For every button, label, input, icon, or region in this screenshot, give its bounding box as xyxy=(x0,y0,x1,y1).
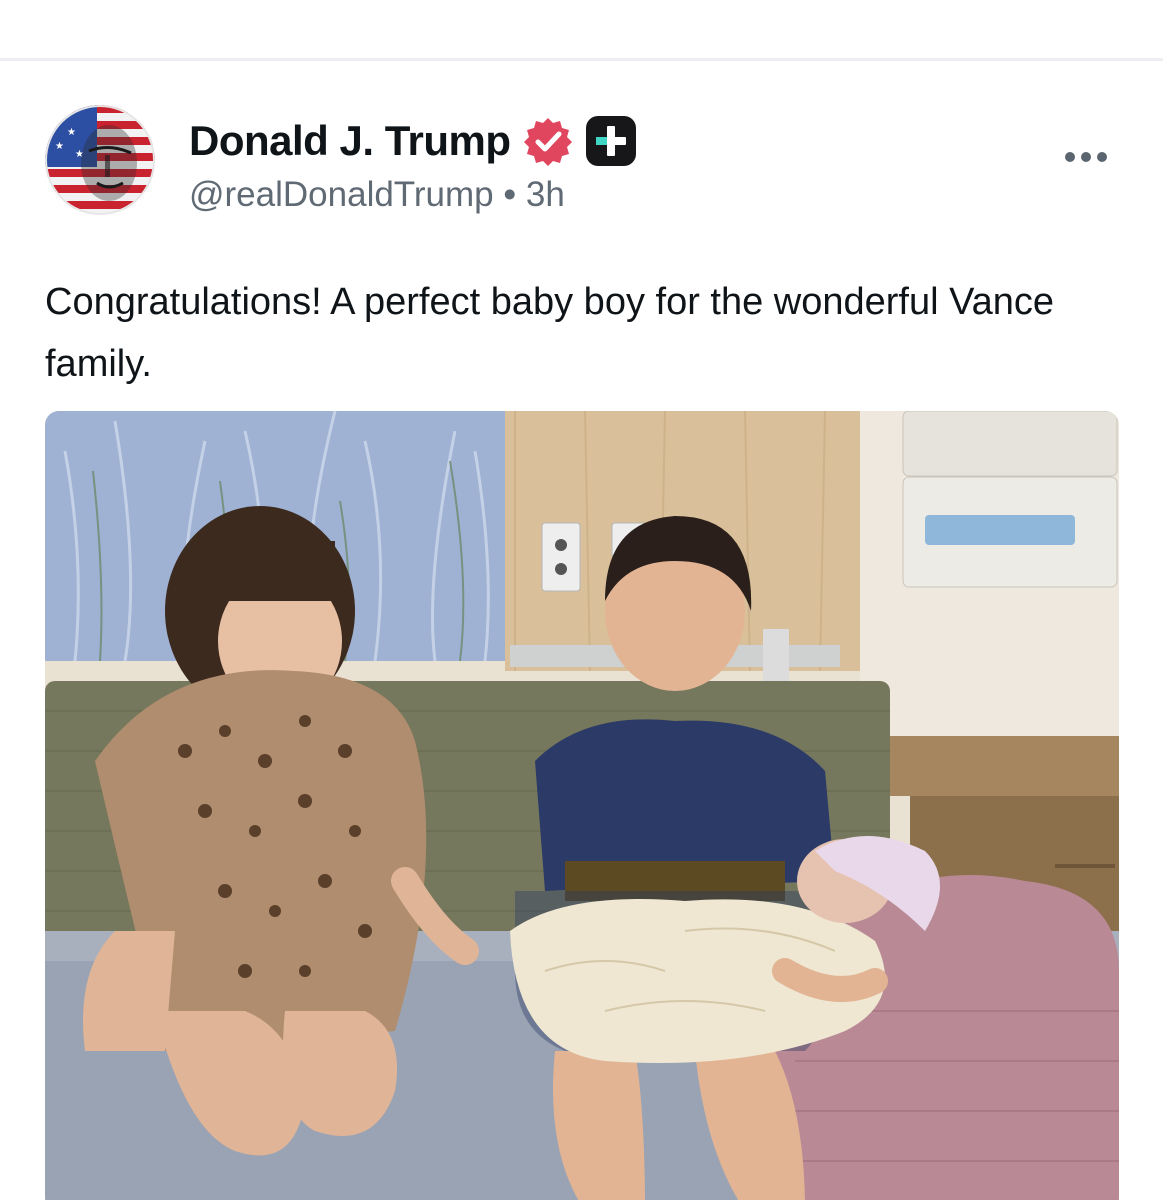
photo-illustration xyxy=(45,411,1119,1200)
post-card[interactable]: ★ ★ ★ ★ Donald J. Trump @realDonaldTrump… xyxy=(0,61,1163,1200)
post-body-text: Congratulations! A perfect baby boy for … xyxy=(45,281,1055,385)
post-meta: @realDonaldTrump • 3h xyxy=(189,171,565,219)
meta-separator: • xyxy=(503,175,516,214)
verified-badge-icon xyxy=(523,116,573,166)
flag-portrait-avatar-icon: ★ ★ ★ ★ xyxy=(45,105,155,215)
svg-text:★: ★ xyxy=(55,141,64,152)
author-name-row: Donald J. Trump xyxy=(189,113,637,169)
post-header: ★ ★ ★ ★ Donald J. Trump @realDonaldTrump… xyxy=(45,105,1120,217)
feed-page: ★ ★ ★ ★ Donald J. Trump @realDonaldTrump… xyxy=(0,0,1163,1200)
author-display-name[interactable]: Donald J. Trump xyxy=(189,113,511,169)
platform-plus-icon xyxy=(585,115,637,167)
post-timestamp[interactable]: 3h xyxy=(526,175,565,214)
avatar[interactable]: ★ ★ ★ ★ xyxy=(45,105,155,215)
post-photo[interactable] xyxy=(45,411,1119,1200)
svg-text:★: ★ xyxy=(67,127,76,138)
author-handle[interactable]: @realDonaldTrump xyxy=(189,175,494,214)
more-options-icon[interactable] xyxy=(1062,145,1110,169)
